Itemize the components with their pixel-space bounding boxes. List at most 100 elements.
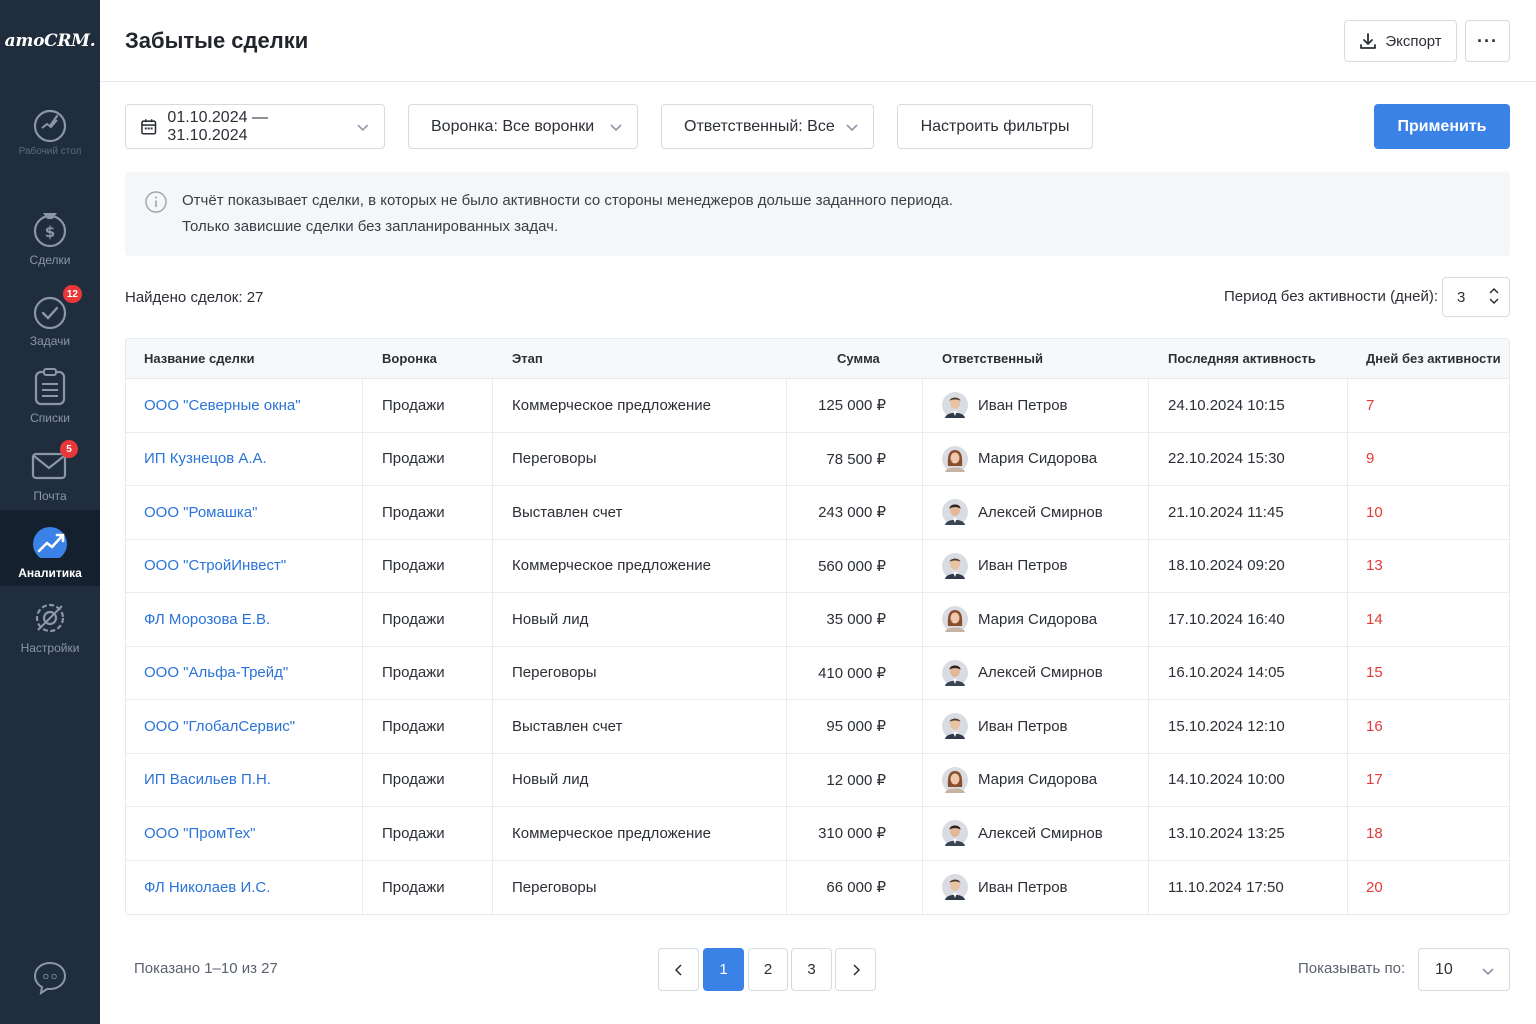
avatar bbox=[942, 499, 968, 526]
owner-name: Иван Петров bbox=[978, 878, 1068, 896]
deal-sum: 35 000 ₽ bbox=[826, 611, 886, 629]
prev-page-button[interactable] bbox=[658, 948, 699, 991]
deal-name-link[interactable]: ИП Кузнецов А.А. bbox=[144, 433, 267, 486]
deal-pipeline: Продажи bbox=[382, 503, 445, 521]
deal-days-inactive: 13 bbox=[1366, 557, 1383, 575]
sidebar-item-dashboard[interactable]: Рабочий стол bbox=[0, 96, 100, 172]
deal-days-inactive: 7 bbox=[1366, 396, 1375, 414]
deal-stage: Переговоры bbox=[512, 664, 597, 682]
avatar bbox=[942, 392, 968, 419]
mail-badge: 5 bbox=[60, 440, 78, 458]
column-header-owner[interactable]: Ответственный bbox=[942, 351, 1043, 366]
download-icon bbox=[1360, 33, 1377, 49]
deal-owner: Мария Сидорова bbox=[942, 593, 1097, 646]
owner-name: Алексей Смирнов bbox=[978, 664, 1103, 682]
table-row[interactable]: ФЛ Николаев И.С. Продажи Переговоры 66 000 … bbox=[126, 861, 1509, 915]
table-row[interactable]: ООО "ГлобалСервис" Продажи Выставлен счет 9… bbox=[126, 700, 1509, 754]
deal-stage: Коммерческое предложение bbox=[512, 824, 712, 842]
deal-owner: Иван Петров bbox=[942, 379, 1068, 432]
sidebar-item-settings[interactable]: Настройки bbox=[0, 588, 100, 664]
sidebar-item-mail[interactable]: 5 Почта bbox=[0, 436, 100, 512]
deal-last-activity: 17.10.2024 16:40 bbox=[1168, 610, 1285, 628]
deal-last-activity: 18.10.2024 09:20 bbox=[1168, 557, 1285, 575]
deal-last-activity: 16.10.2024 14:05 bbox=[1168, 664, 1285, 682]
lists-icon bbox=[30, 366, 70, 406]
sidebar-item-label: Рабочий стол bbox=[18, 146, 82, 157]
deal-name-link[interactable]: ООО "ГлобалСервис" bbox=[144, 700, 295, 753]
deal-name-link[interactable]: ООО "Ромашка" bbox=[144, 486, 257, 539]
sidebar-item-label: Почта bbox=[33, 489, 67, 503]
sidebar-item-deals[interactable]: $ Сделки bbox=[0, 200, 100, 276]
deal-sum: 410 000 ₽ bbox=[818, 664, 886, 682]
table-row[interactable]: ООО "СтройИнвест" Продажи Коммерческое пре… bbox=[126, 540, 1509, 593]
responsible-filter[interactable]: Ответственный: Все bbox=[661, 104, 874, 149]
per-page-select[interactable]: 10 bbox=[1418, 948, 1510, 991]
chevron-down-icon bbox=[1482, 968, 1494, 976]
deal-pipeline: Продажи bbox=[382, 450, 445, 468]
info-text-line-1: Отчёт показывает сделки, в которых не бы… bbox=[182, 192, 953, 209]
sidebar-item-label: Аналитика bbox=[18, 566, 82, 580]
deal-name-link[interactable]: ФЛ Морозова Е.В. bbox=[144, 593, 270, 646]
chevron-down-icon bbox=[610, 123, 622, 131]
chat-icon[interactable]: ㅇㅇ bbox=[32, 960, 68, 996]
column-header-sum[interactable]: Сумма bbox=[837, 351, 880, 366]
pipeline-filter[interactable]: Воронка: Все воронки bbox=[408, 104, 638, 149]
deal-name-link[interactable]: ООО "Альфа-Трейд" bbox=[144, 647, 288, 700]
page-title: Забытые сделки bbox=[125, 28, 309, 53]
table-row[interactable]: ИП Васильев П.Н. Продажи Новый лид 12 000 ₽… bbox=[126, 754, 1509, 807]
deal-name-link[interactable]: ИП Васильев П.Н. bbox=[144, 754, 271, 807]
deal-sum: 78 500 ₽ bbox=[826, 450, 886, 468]
table-row[interactable]: ООО "Ромашка" Продажи Выставлен счет 243 00… bbox=[126, 486, 1509, 540]
owner-name: Алексей Смирнов bbox=[978, 503, 1103, 521]
table-row[interactable]: ИП Кузнецов А.А. Продажи Переговоры 78 500 … bbox=[126, 433, 1509, 486]
sidebar-item-tasks[interactable]: 12 Задачи bbox=[0, 281, 100, 357]
deal-owner: Алексей Смирнов bbox=[942, 807, 1103, 860]
deal-name-link[interactable]: ООО "СтройИнвест" bbox=[144, 540, 286, 593]
deal-name-link[interactable]: ООО "Северные окна" bbox=[144, 379, 301, 432]
export-button[interactable]: Экспорт bbox=[1344, 20, 1457, 62]
column-header-pipeline[interactable]: Воронка bbox=[382, 351, 437, 366]
table-row[interactable]: ООО "Северные окна" Продажи Коммерческое п… bbox=[126, 379, 1509, 433]
deal-stage: Переговоры bbox=[512, 878, 597, 896]
sidebar-item-lists[interactable]: Списки bbox=[0, 358, 100, 434]
deal-name-link[interactable]: ООО "ПромТех" bbox=[144, 807, 255, 860]
column-header-stage[interactable]: Этап bbox=[512, 351, 543, 366]
app-logo[interactable]: amoCRM. bbox=[0, 0, 100, 82]
avatar bbox=[942, 606, 968, 633]
deal-owner: Алексей Смирнов bbox=[942, 647, 1103, 700]
deal-name-link[interactable]: ФЛ Николаев И.С. bbox=[144, 861, 270, 915]
avatar bbox=[942, 766, 968, 793]
deal-pipeline: Продажи bbox=[382, 717, 445, 735]
chevron-up-icon[interactable] bbox=[1489, 287, 1499, 294]
table-row[interactable]: ООО "ПромТех" Продажи Коммерческое предлож… bbox=[126, 807, 1509, 861]
svg-text:ㅇㅇ: ㅇㅇ bbox=[42, 973, 59, 983]
page-button-1[interactable]: 1 bbox=[703, 948, 744, 991]
more-button[interactable]: ··· bbox=[1465, 20, 1510, 62]
chevron-down-icon[interactable] bbox=[1489, 298, 1499, 305]
sidebar-item-analytics[interactable]: Аналитика bbox=[0, 510, 100, 586]
apply-button[interactable]: Применить bbox=[1374, 104, 1510, 149]
sidebar-item-label: Сделки bbox=[29, 253, 71, 267]
column-header-last-activity[interactable]: Последняя активность bbox=[1168, 351, 1316, 366]
next-page-button[interactable] bbox=[835, 948, 876, 991]
column-header-days[interactable]: Дней без активности bbox=[1366, 351, 1501, 366]
deal-pipeline: Продажи bbox=[382, 557, 445, 575]
deal-sum: 125 000 ₽ bbox=[818, 397, 886, 415]
column-header-name[interactable]: Название сделки bbox=[144, 351, 254, 366]
period-stepper[interactable]: 3 bbox=[1442, 277, 1510, 317]
deal-days-inactive: 18 bbox=[1366, 824, 1383, 842]
avatar bbox=[942, 552, 968, 579]
table-row[interactable]: ООО "Альфа-Трейд" Продажи Переговоры 410 00… bbox=[126, 647, 1509, 700]
date-range-filter[interactable]: 01.10.2024 — 31.10.2024 bbox=[125, 104, 385, 149]
configure-filters-button[interactable]: Настроить фильтры bbox=[897, 104, 1093, 149]
chevron-down-icon bbox=[846, 123, 858, 131]
deal-sum: 310 000 ₽ bbox=[818, 825, 886, 843]
avatar bbox=[942, 713, 968, 740]
deal-days-inactive: 10 bbox=[1366, 503, 1383, 521]
svg-text:$: $ bbox=[45, 223, 55, 241]
page-button-2[interactable]: 2 bbox=[748, 948, 788, 991]
owner-name: Иван Петров bbox=[978, 557, 1068, 575]
table-row[interactable]: ФЛ Морозова Е.В. Продажи Новый лид 35 000 ₽… bbox=[126, 593, 1509, 647]
export-label: Экспорт bbox=[1385, 32, 1442, 50]
page-button-3[interactable]: 3 bbox=[791, 948, 832, 991]
